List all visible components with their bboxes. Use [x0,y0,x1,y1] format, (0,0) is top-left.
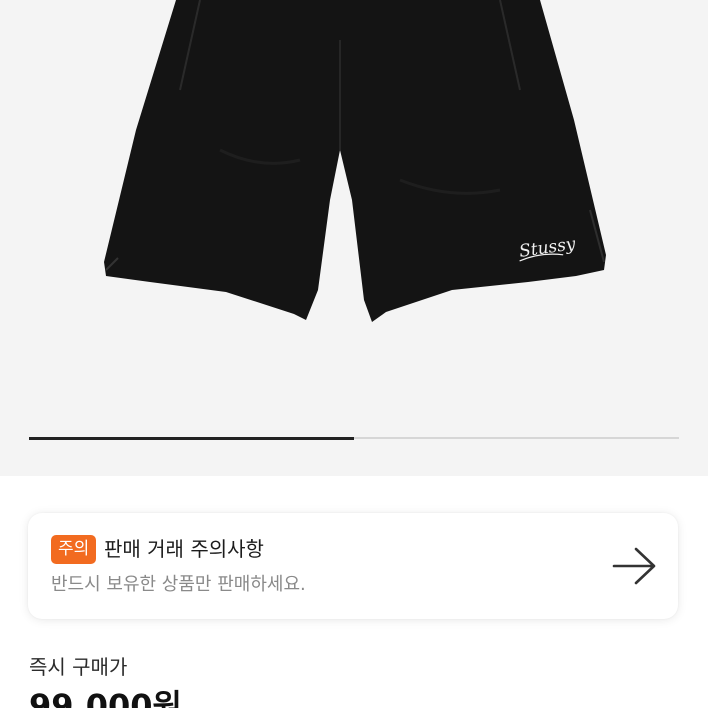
product-image[interactable]: Stussy [0,0,708,400]
shorts-graphic [104,0,606,322]
carousel-progress-track [29,436,679,440]
notice-title: 판매 거래 주의사항 [104,537,264,561]
instant-buy-label: 즉시 구매가 [29,655,128,679]
carousel-progress-fill [29,436,354,440]
product-detail-page: Stussy 주의 판매 거래 주의사항 반드시 보유한 상품만 판매하세요. … [0,0,708,708]
notice-badge: 주의 [51,535,97,564]
product-image-carousel[interactable]: Stussy [0,0,708,476]
notice-subtitle: 반드시 보유한 상품만 판매하세요. [51,574,306,595]
arrow-right-icon[interactable] [612,546,658,586]
sale-notice-card[interactable]: 주의 판매 거래 주의사항 반드시 보유한 상품만 판매하세요. [28,513,678,619]
instant-buy-price: 99,000원 [29,687,182,708]
